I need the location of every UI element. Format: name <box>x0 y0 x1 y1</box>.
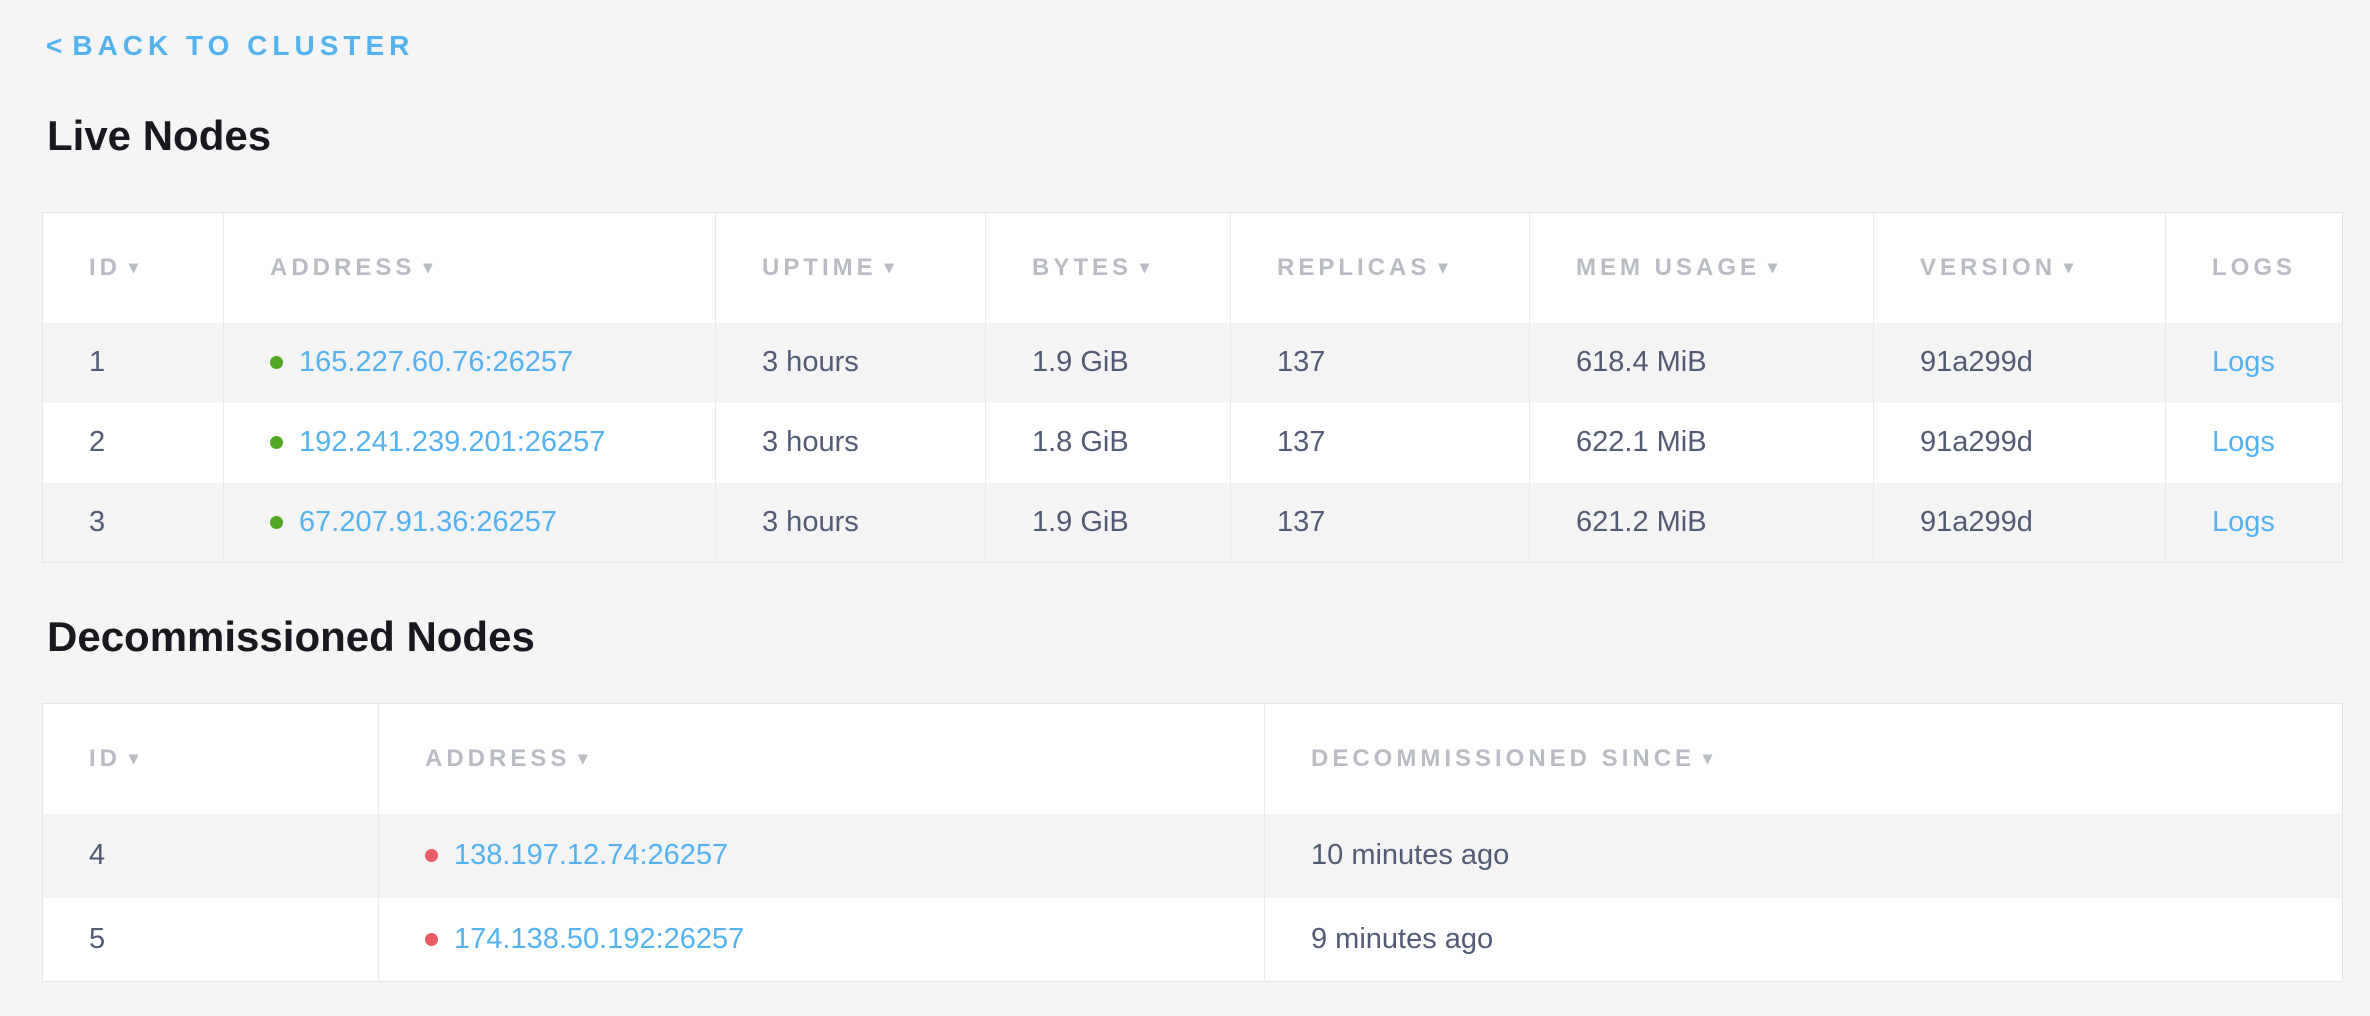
cell-logs: Logs <box>2166 403 2343 483</box>
cell-version: 91a299d <box>1874 323 2166 403</box>
column-header-replicas[interactable]: REPLICAS ▾ <box>1231 213 1530 323</box>
cell-uptime: 3 hours <box>716 483 986 563</box>
column-header-address[interactable]: ADDRESS ▾ <box>224 213 716 323</box>
decommissioned-nodes-header: ID ▾ ADDRESS ▾ DECOMMISSIONED SINCE ▾ <box>43 704 2343 814</box>
cell-mem-usage: 618.4 MiB <box>1530 323 1874 403</box>
node-address-link[interactable]: 174.138.50.192:26257 <box>454 923 744 956</box>
cell-decommissioned-since: 10 minutes ago <box>1265 814 2343 898</box>
node-address-link[interactable]: 67.207.91.36:26257 <box>299 506 557 539</box>
back-chevron-icon: < <box>46 30 62 61</box>
table-row: 3 67.207.91.36:26257 3 hours 1.9 GiB 137… <box>43 483 2343 563</box>
cell-node-id: 3 <box>43 483 224 563</box>
cell-bytes: 1.9 GiB <box>986 323 1231 403</box>
sort-arrow-icon: ▾ <box>1703 748 1716 768</box>
cell-uptime: 3 hours <box>716 403 986 483</box>
sort-arrow-icon: ▾ <box>129 257 142 277</box>
cell-node-id: 5 <box>43 898 379 982</box>
column-header-label: UPTIME <box>762 254 877 281</box>
sort-arrow-icon: ▾ <box>578 748 591 768</box>
decommissioned-nodes-title: Decommissioned Nodes <box>47 613 2370 661</box>
column-header-mem-usage[interactable]: MEM USAGE ▾ <box>1530 213 1874 323</box>
column-header-label: DECOMMISSIONED SINCE <box>1311 745 1695 772</box>
column-header-id[interactable]: ID ▾ <box>43 213 224 323</box>
cell-address: 67.207.91.36:26257 <box>224 483 716 563</box>
live-nodes-header: ID ▾ ADDRESS ▾ UPTIME ▾ BYTES ▾ REPLICAS ▾ ME… <box>43 213 2343 323</box>
column-header-decommissioned-since[interactable]: DECOMMISSIONED SINCE ▾ <box>1265 704 2343 814</box>
column-header-address[interactable]: ADDRESS ▾ <box>379 704 1265 814</box>
cell-address: 165.227.60.76:26257 <box>224 323 716 403</box>
cell-mem-usage: 622.1 MiB <box>1530 403 1874 483</box>
header-row: ID ▾ ADDRESS ▾ UPTIME ▾ BYTES ▾ REPLICAS ▾ ME… <box>43 213 2343 323</box>
cell-replicas: 137 <box>1231 483 1530 563</box>
cell-node-id: 1 <box>43 323 224 403</box>
column-header-logs: LOGS <box>2166 213 2343 323</box>
live-nodes-title: Live Nodes <box>47 112 2370 160</box>
column-header-label: ADDRESS <box>270 254 415 281</box>
decommissioned-status-icon <box>425 933 438 946</box>
column-header-label: REPLICAS <box>1277 254 1430 281</box>
column-header-label: ADDRESS <box>425 745 570 772</box>
sort-arrow-icon: ▾ <box>129 748 142 768</box>
cell-address: 174.138.50.192:26257 <box>379 898 1265 982</box>
cell-address: 192.241.239.201:26257 <box>224 403 716 483</box>
cell-node-id: 4 <box>43 814 379 898</box>
sort-arrow-icon: ▾ <box>2064 257 2077 277</box>
table-row: 5 174.138.50.192:26257 9 minutes ago <box>43 898 2343 982</box>
back-link-label: BACK TO CLUSTER <box>72 30 414 61</box>
column-header-label: MEM USAGE <box>1576 254 1760 281</box>
decommissioned-status-icon <box>425 849 438 862</box>
column-header-label: ID <box>89 745 121 772</box>
node-address-link[interactable]: 192.241.239.201:26257 <box>299 426 605 459</box>
column-header-label: LOGS <box>2212 254 2296 281</box>
cell-logs: Logs <box>2166 323 2343 403</box>
decommissioned-nodes-table: ID ▾ ADDRESS ▾ DECOMMISSIONED SINCE ▾ 4 138… <box>42 703 2343 982</box>
column-header-version[interactable]: VERSION ▾ <box>1874 213 2166 323</box>
column-header-label: ID <box>89 254 121 281</box>
header-row: ID ▾ ADDRESS ▾ DECOMMISSIONED SINCE ▾ <box>43 704 2343 814</box>
node-list-page: < BACK TO CLUSTER Live Nodes ID ▾ ADDRESS ▾… <box>0 0 2370 1016</box>
sort-arrow-icon: ▾ <box>423 257 436 277</box>
table-row: 2 192.241.239.201:26257 3 hours 1.8 GiB … <box>43 403 2343 483</box>
cell-logs: Logs <box>2166 483 2343 563</box>
sort-arrow-icon: ▾ <box>1438 257 1451 277</box>
cell-version: 91a299d <box>1874 483 2166 563</box>
sort-arrow-icon: ▾ <box>1768 257 1781 277</box>
column-header-uptime[interactable]: UPTIME ▾ <box>716 213 986 323</box>
cell-replicas: 137 <box>1231 323 1530 403</box>
logs-link[interactable]: Logs <box>2212 346 2275 378</box>
cell-uptime: 3 hours <box>716 323 986 403</box>
cell-node-id: 2 <box>43 403 224 483</box>
live-status-icon <box>270 436 283 449</box>
column-header-label: VERSION <box>1920 254 2056 281</box>
node-address-link[interactable]: 138.197.12.74:26257 <box>454 839 728 872</box>
column-header-bytes[interactable]: BYTES ▾ <box>986 213 1231 323</box>
cell-decommissioned-since: 9 minutes ago <box>1265 898 2343 982</box>
cell-bytes: 1.8 GiB <box>986 403 1231 483</box>
live-status-icon <box>270 356 283 369</box>
cell-mem-usage: 621.2 MiB <box>1530 483 1874 563</box>
live-nodes-table: ID ▾ ADDRESS ▾ UPTIME ▾ BYTES ▾ REPLICAS ▾ ME… <box>42 212 2343 563</box>
live-status-icon <box>270 516 283 529</box>
cell-replicas: 137 <box>1231 403 1530 483</box>
cell-version: 91a299d <box>1874 403 2166 483</box>
logs-link[interactable]: Logs <box>2212 426 2275 458</box>
table-row: 4 138.197.12.74:26257 10 minutes ago <box>43 814 2343 898</box>
cell-bytes: 1.9 GiB <box>986 483 1231 563</box>
column-header-id[interactable]: ID ▾ <box>43 704 379 814</box>
sort-arrow-icon: ▾ <box>1140 257 1153 277</box>
table-row: 1 165.227.60.76:26257 3 hours 1.9 GiB 13… <box>43 323 2343 403</box>
node-address-link[interactable]: 165.227.60.76:26257 <box>299 346 573 379</box>
back-to-cluster-link[interactable]: < BACK TO CLUSTER <box>46 30 414 62</box>
logs-link[interactable]: Logs <box>2212 506 2275 538</box>
sort-arrow-icon: ▾ <box>885 257 898 277</box>
column-header-label: BYTES <box>1032 254 1132 281</box>
cell-address: 138.197.12.74:26257 <box>379 814 1265 898</box>
